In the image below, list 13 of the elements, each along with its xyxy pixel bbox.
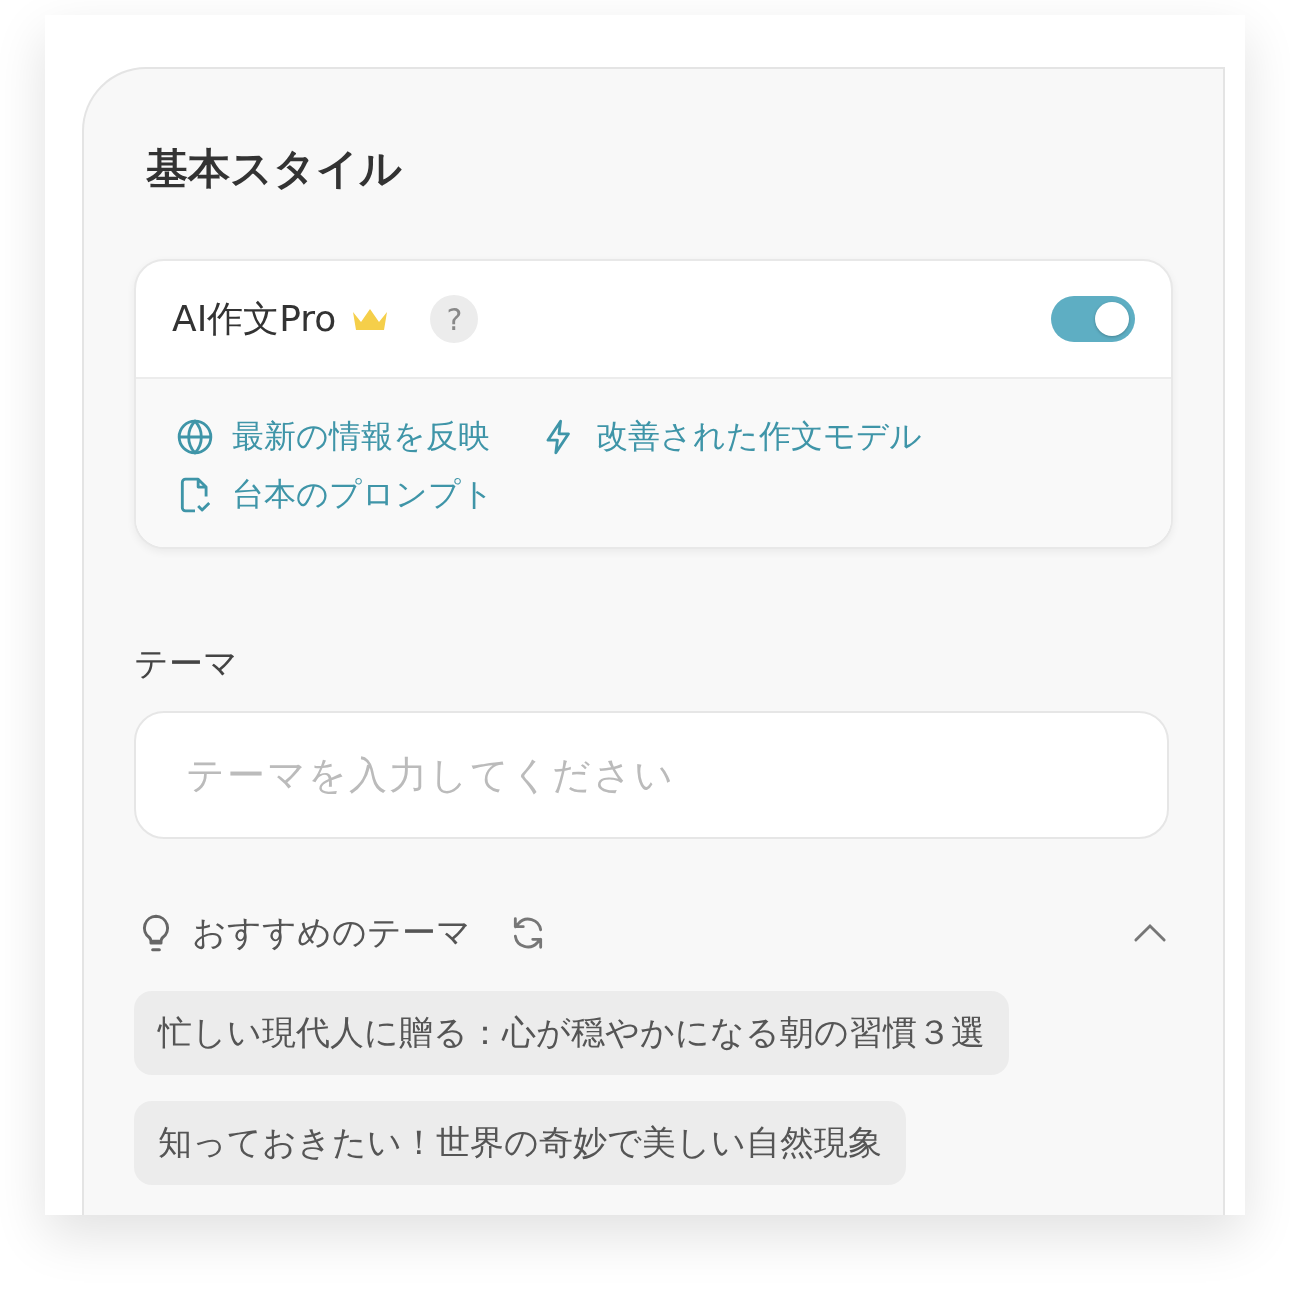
globe-icon — [176, 418, 214, 456]
suggestions-label: おすすめのテーマ — [192, 911, 471, 954]
feature-text: 改善された作文モデル — [596, 416, 922, 457]
feature-text: 台本のプロンプト — [232, 474, 494, 515]
suggestion-chip[interactable]: 忙しい現代人に贈る：心が穏やかになる朝の習慣３選 — [134, 991, 1009, 1075]
feature-text: 最新の情報を反映 — [232, 416, 490, 457]
theme-input-field[interactable]: テーマを入力してください — [134, 711, 1169, 839]
toggle-switch[interactable] — [1051, 296, 1135, 342]
section-title: 基本スタイル — [146, 143, 403, 195]
collapse-chevron-icon[interactable] — [1133, 923, 1167, 943]
field-label: テーマ — [134, 642, 239, 685]
suggestion-chip[interactable]: 知っておきたい！世界の奇妙で美しい自然現象 — [134, 1101, 906, 1185]
pro-label: AI作文Pro — [172, 296, 337, 341]
